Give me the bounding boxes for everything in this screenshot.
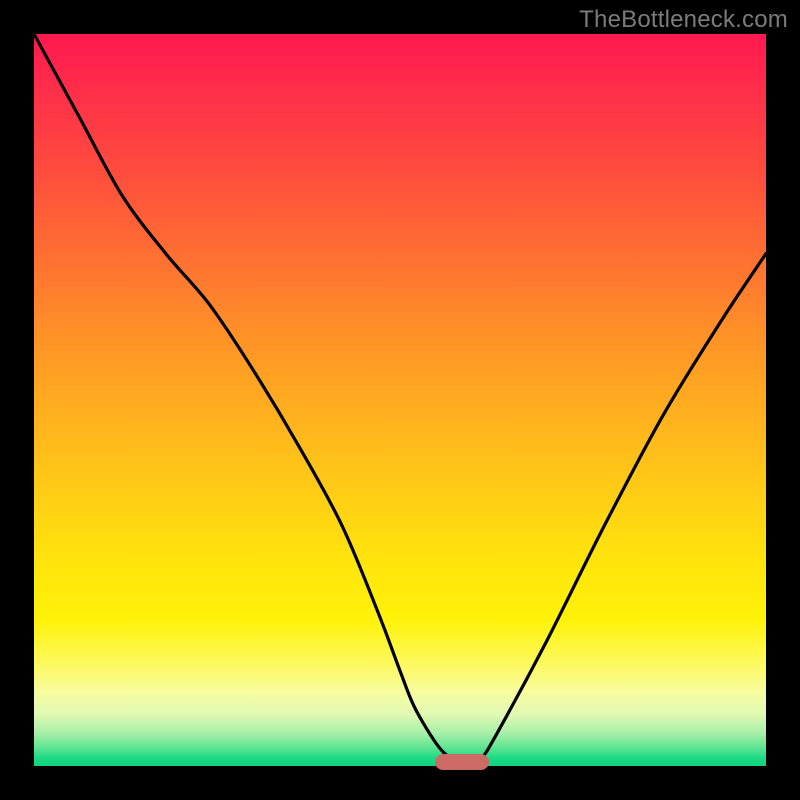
bottleneck-curve bbox=[34, 34, 766, 766]
plot-area bbox=[34, 34, 766, 766]
optimum-marker bbox=[435, 754, 489, 770]
attribution-text: TheBottleneck.com bbox=[579, 6, 788, 34]
chart-frame: TheBottleneck.com bbox=[0, 0, 800, 800]
